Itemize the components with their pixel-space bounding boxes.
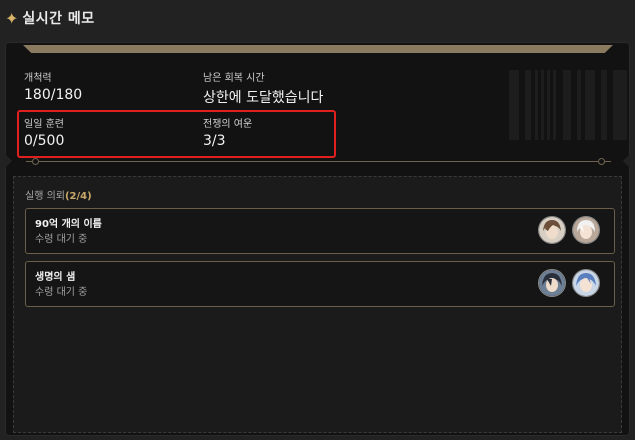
header: ✦ 실시간 메모 (0, 0, 635, 36)
avatar-dark-hair-icon (538, 269, 566, 297)
stamina-label: 개척력 (24, 73, 52, 84)
memo-card: 개척력 180/180 남은 회복 시간 상한에 도달했습니다 일일 훈련 0/… (5, 42, 630, 436)
dispatch-title: 실행 의뢰(2/4) (25, 187, 92, 202)
divider-dot-left (32, 158, 39, 165)
mission-item[interactable]: 90억 개의 이름 수령 대기 중 (25, 208, 615, 254)
dispatch-section: 실행 의뢰(2/4) 90억 개의 이름 수령 대기 중 생명의 샘 수령 대기… (13, 176, 622, 433)
decorative-stripes (501, 70, 629, 140)
mission-name: 생명의 샘 (35, 272, 76, 283)
dispatch-title-label: 실행 의뢰 (25, 191, 65, 202)
avatar-white-hair-icon (572, 216, 600, 244)
left-notch (5, 154, 12, 168)
recovery-value: 상한에 도달했습니다 (203, 90, 324, 106)
stamina-stat: 개척력 180/180 (24, 69, 82, 103)
dispatch-count: (2/4) (64, 191, 92, 202)
avatar-brown-hair-icon (538, 216, 566, 244)
mission-name: 90억 개의 이름 (35, 219, 102, 230)
avatar-blue-hair-icon (572, 269, 600, 297)
page-title: 실시간 메모 (22, 11, 95, 27)
divider-dot-right (598, 158, 605, 165)
recovery-stat: 남은 회복 시간 상한에 도달했습니다 (203, 69, 323, 107)
highlight-box (17, 110, 336, 158)
stamina-value: 180/180 (24, 87, 83, 103)
divider (26, 158, 611, 165)
mission-status: 수령 대기 중 (35, 234, 88, 245)
decorative-bar (23, 45, 613, 53)
mission-item[interactable]: 생명의 샘 수령 대기 중 (25, 261, 615, 307)
recovery-label: 남은 회복 시간 (203, 73, 265, 84)
right-notch (623, 154, 630, 168)
sparkle-icon: ✦ (5, 8, 19, 28)
mission-status: 수령 대기 중 (35, 287, 88, 298)
